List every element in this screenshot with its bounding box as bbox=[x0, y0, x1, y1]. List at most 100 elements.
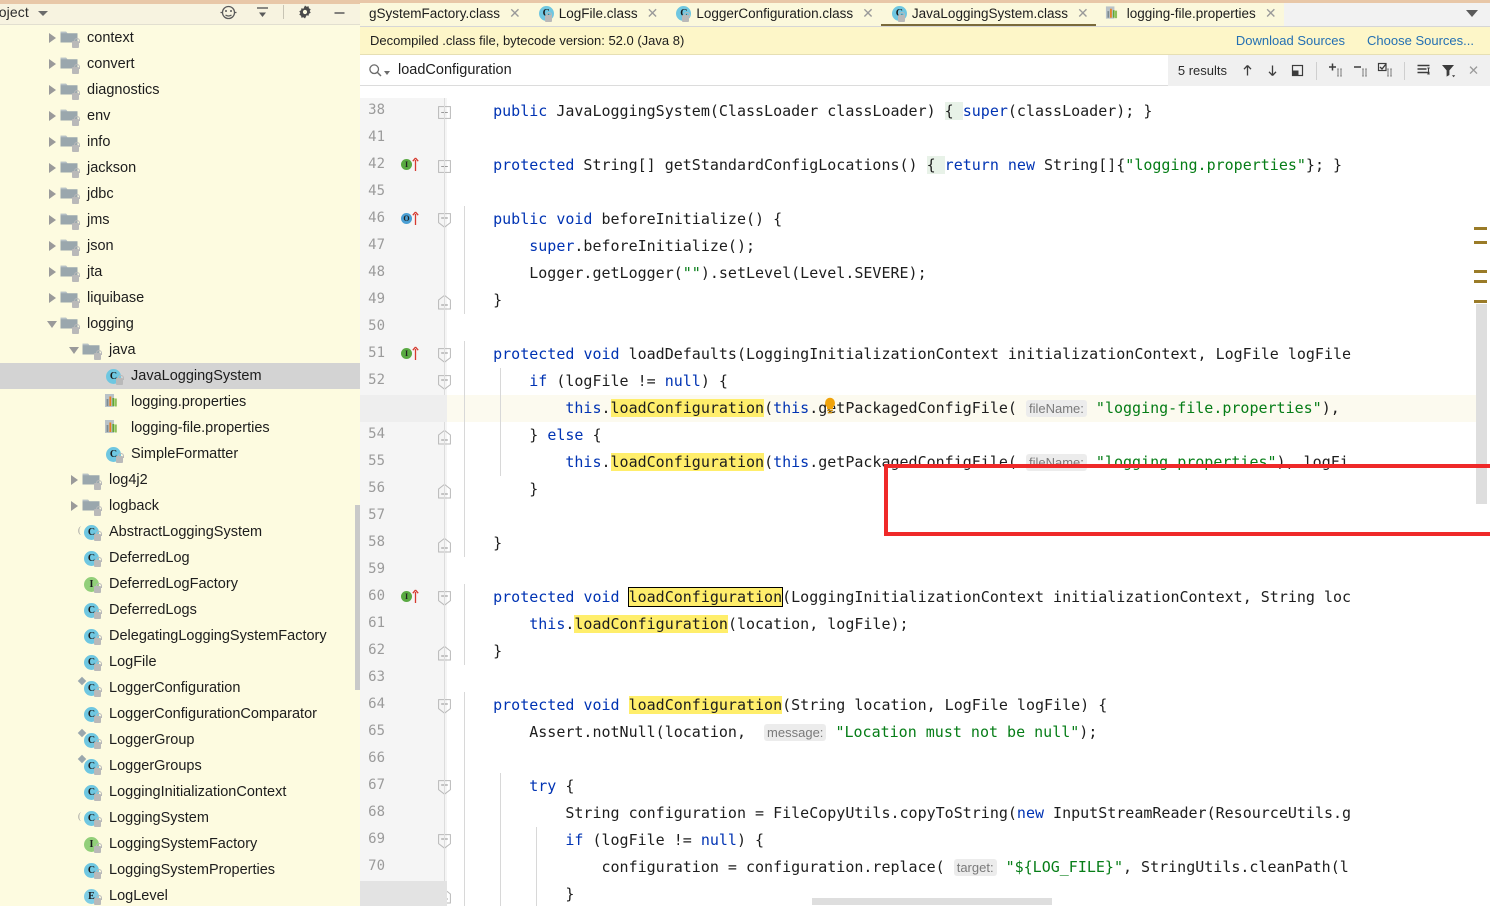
expander-collapsed-icon[interactable] bbox=[66, 501, 82, 511]
tree-item-deferredlogfactory[interactable]: I DeferredLogFactory bbox=[0, 571, 360, 597]
tab-close-icon[interactable]: ✕ bbox=[859, 5, 874, 22]
expander-collapsed-icon[interactable] bbox=[44, 137, 60, 147]
expander-collapsed-icon[interactable] bbox=[44, 163, 60, 173]
code-line[interactable]: public void beforeInitialize() { bbox=[457, 206, 782, 233]
code-line[interactable]: } else { bbox=[457, 422, 601, 449]
search-magnifier-icon[interactable] bbox=[368, 63, 390, 78]
code-line[interactable]: } bbox=[457, 476, 538, 503]
tree-item-env[interactable]: env bbox=[0, 103, 360, 129]
code-line[interactable]: } bbox=[457, 881, 574, 906]
tree-item-logging[interactable]: logging bbox=[0, 311, 360, 337]
tree-item-java[interactable]: java bbox=[0, 337, 360, 363]
tree-item-loggerconfigurationcomparator[interactable]: C LoggerConfigurationComparator bbox=[0, 701, 360, 727]
tree-item-jms[interactable]: jms bbox=[0, 207, 360, 233]
tree-item-jackson[interactable]: jackson bbox=[0, 155, 360, 181]
code-line[interactable]: Logger.getLogger("").setLevel(Level.SEVE… bbox=[457, 260, 926, 287]
tree-item-javaloggingsystem[interactable]: C JavaLoggingSystem bbox=[0, 363, 360, 389]
expander-collapsed-icon[interactable] bbox=[44, 293, 60, 303]
tree-item-deferredlog[interactable]: C DeferredLog bbox=[0, 545, 360, 571]
expander-collapsed-icon[interactable] bbox=[44, 33, 60, 43]
chevron-down-icon[interactable] bbox=[37, 11, 48, 16]
tree-item-deferredlogs[interactable]: C DeferredLogs bbox=[0, 597, 360, 623]
choose-sources-link[interactable]: Choose Sources... bbox=[1367, 33, 1474, 48]
select-all-occurrences-icon[interactable] bbox=[1285, 55, 1310, 86]
next-match-icon[interactable] bbox=[1260, 55, 1285, 86]
tree-item-convert[interactable]: convert bbox=[0, 51, 360, 77]
tree-item-logback[interactable]: logback bbox=[0, 493, 360, 519]
overrides-method-icon[interactable]: O bbox=[401, 211, 419, 227]
tree-item-diagnostics[interactable]: diagnostics bbox=[0, 77, 360, 103]
editor-tab-gsystemfactory-class[interactable]: gSystemFactory.class ✕ bbox=[360, 0, 528, 26]
editor-tab-logfile-class[interactable]: CLogFile.class ✕ bbox=[527, 0, 666, 26]
download-sources-link[interactable]: Download Sources bbox=[1236, 33, 1345, 48]
code-line[interactable]: Assert.notNull(location, message: "Locat… bbox=[457, 719, 1097, 746]
implements-method-icon[interactable]: I bbox=[401, 589, 419, 605]
tree-item-info[interactable]: info bbox=[0, 129, 360, 155]
tree-item-loggergroup[interactable]: C LoggerGroup bbox=[0, 727, 360, 753]
remove-line-icon[interactable] bbox=[1348, 55, 1373, 86]
editor-gutter[interactable]: 384142I4546O4748495051I52535455565758596… bbox=[360, 98, 451, 906]
tree-item-logging-properties[interactable]: logging.properties bbox=[0, 389, 360, 415]
code-line[interactable]: super.beforeInitialize(); bbox=[457, 233, 755, 260]
intention-bulb-icon[interactable] bbox=[822, 397, 838, 414]
more-tabs-chevron-icon[interactable] bbox=[1454, 0, 1490, 26]
tab-close-icon[interactable]: ✕ bbox=[1262, 5, 1277, 22]
code-editor[interactable]: 384142I4546O4748495051I52535455565758596… bbox=[360, 98, 1490, 906]
code-line[interactable]: protected String[] getStandardConfigLoca… bbox=[457, 152, 1342, 179]
expander-collapsed-icon[interactable] bbox=[44, 267, 60, 277]
tree-item-loggingsystemfactory[interactable]: I LoggingSystemFactory bbox=[0, 831, 360, 857]
code-line[interactable]: protected void loadDefaults(LoggingIniti… bbox=[457, 341, 1351, 368]
expander-collapsed-icon[interactable] bbox=[44, 111, 60, 121]
tree-item-log4j2[interactable]: log4j2 bbox=[0, 467, 360, 493]
code-line[interactable]: } bbox=[457, 638, 502, 665]
code-line[interactable]: try { bbox=[457, 773, 574, 800]
editor-tab-logging-file-properties[interactable]: logging-file.properties ✕ bbox=[1095, 0, 1284, 26]
expander-collapsed-icon[interactable] bbox=[66, 475, 82, 485]
expander-expanded-icon[interactable] bbox=[44, 320, 60, 328]
tree-item-json[interactable]: json bbox=[0, 233, 360, 259]
locate-icon[interactable] bbox=[211, 0, 245, 24]
tree-item-jdbc[interactable]: jdbc bbox=[0, 181, 360, 207]
close-find-icon[interactable]: ✕ bbox=[1461, 55, 1486, 86]
code-line[interactable]: this.loadConfiguration(this.getPackagedC… bbox=[457, 449, 1349, 476]
expander-collapsed-icon[interactable] bbox=[44, 59, 60, 69]
prev-match-icon[interactable] bbox=[1235, 55, 1260, 86]
editor-vscrollbar-thumb[interactable] bbox=[1476, 304, 1487, 504]
code-line[interactable]: } bbox=[457, 287, 502, 314]
tree-item-loggingsystem[interactable]: ()C LoggingSystem bbox=[0, 805, 360, 831]
minimize-icon[interactable] bbox=[322, 0, 356, 24]
code-line[interactable]: public JavaLoggingSystem(ClassLoader cla… bbox=[457, 98, 1152, 125]
tree-item-delegatingloggingsystemfactory[interactable]: C DelegatingLoggingSystemFactory bbox=[0, 623, 360, 649]
add-line-icon[interactable] bbox=[1323, 55, 1348, 86]
expander-collapsed-icon[interactable] bbox=[44, 189, 60, 199]
code-line[interactable]: protected void loadConfiguration(String … bbox=[457, 692, 1107, 719]
code-line[interactable]: } bbox=[457, 530, 502, 557]
expander-expanded-icon[interactable] bbox=[66, 346, 82, 354]
search-input[interactable] bbox=[398, 62, 858, 78]
editor-tab-javaloggingsystem-class[interactable]: CJavaLoggingSystem.class ✕ bbox=[880, 0, 1096, 26]
tab-close-icon[interactable]: ✕ bbox=[1074, 5, 1089, 22]
tree-item-loggergroups[interactable]: C LoggerGroups bbox=[0, 753, 360, 779]
tree-item-loggingsystemproperties[interactable]: C LoggingSystemProperties bbox=[0, 857, 360, 883]
code-line[interactable]: configuration = configuration.replace( t… bbox=[457, 854, 1349, 881]
project-tree[interactable]: context convert diagnostics env info jackson j… bbox=[0, 25, 360, 906]
tree-item-jta[interactable]: jta bbox=[0, 259, 360, 285]
tree-item-loglevel[interactable]: E LogLevel bbox=[0, 883, 360, 906]
code-line[interactable]: if (logFile != null) { bbox=[457, 368, 728, 395]
code-line[interactable]: String configuration = FileCopyUtils.cop… bbox=[457, 800, 1351, 827]
tree-item-context[interactable]: context bbox=[0, 25, 360, 51]
editor-tab-loggerconfiguration-class[interactable]: CLoggerConfiguration.class ✕ bbox=[665, 0, 881, 26]
code-line[interactable]: this.loadConfiguration(location, logFile… bbox=[457, 611, 909, 638]
open-in-find-window-icon[interactable] bbox=[1411, 55, 1436, 86]
code-line[interactable]: protected void loadConfiguration(Logging… bbox=[457, 584, 1351, 611]
tab-close-icon[interactable]: ✕ bbox=[506, 5, 521, 22]
tree-item-logging-file-properties[interactable]: logging-file.properties bbox=[0, 415, 360, 441]
expander-collapsed-icon[interactable] bbox=[44, 241, 60, 251]
implements-method-icon[interactable]: I bbox=[401, 157, 419, 173]
tree-item-logfile[interactable]: C LogFile bbox=[0, 649, 360, 675]
tree-item-liquibase[interactable]: liquibase bbox=[0, 285, 360, 311]
tree-item-abstractloggingsystem[interactable]: ()C AbstractLoggingSystem bbox=[0, 519, 360, 545]
tree-item-simpleformatter[interactable]: C SimpleFormatter bbox=[0, 441, 360, 467]
filter-icon[interactable] bbox=[1436, 55, 1461, 86]
code-line[interactable]: this.loadConfiguration(this.getPackagedC… bbox=[457, 395, 1340, 422]
